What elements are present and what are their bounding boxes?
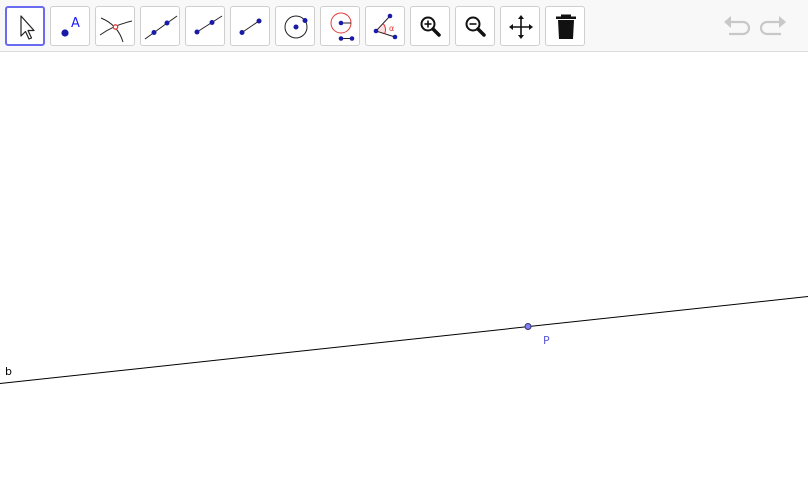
zoom-in-tool-button[interactable] [410, 6, 450, 46]
ray-icon [194, 15, 223, 35]
segment-icon [239, 18, 262, 35]
toolbar: A α [0, 0, 808, 52]
geogebra-app: A α b P [0, 0, 808, 480]
point-tool-glyph: A [71, 16, 80, 31]
move-view-tool-button[interactable] [500, 6, 540, 46]
line-label: b [5, 365, 12, 378]
zoom-in-icon [420, 16, 441, 37]
redo-button[interactable] [757, 12, 789, 40]
undo-icon [724, 16, 751, 36]
point-p[interactable] [524, 323, 532, 330]
undo-button[interactable] [721, 12, 753, 40]
delete-tool-button[interactable] [545, 6, 585, 46]
circle-center-point-icon [284, 15, 308, 39]
circle-radius-tool-button[interactable] [320, 6, 360, 46]
point-icon: A [61, 16, 80, 37]
trash-icon [556, 14, 576, 39]
zoom-out-tool-button[interactable] [455, 6, 495, 46]
redo-icon [759, 16, 786, 36]
point-label: P [543, 334, 550, 347]
line-tool-button[interactable] [140, 6, 180, 46]
point-tool-button[interactable]: A [50, 6, 90, 46]
angle-tool-button[interactable]: α [365, 6, 405, 46]
move-tool-button[interactable] [5, 6, 45, 46]
line-through-two-points-icon [144, 15, 178, 40]
cursor-arrow-icon [20, 15, 35, 40]
zoom-out-icon [465, 16, 486, 37]
angle-icon: α [373, 13, 398, 40]
graphics-view-canvas[interactable]: b P [0, 53, 808, 480]
segment-tool-button[interactable] [230, 6, 270, 46]
circle-center-radius-icon [330, 12, 355, 41]
ray-tool-button[interactable] [185, 6, 225, 46]
line-b[interactable] [0, 296, 808, 384]
graphics-view[interactable]: b P [0, 53, 808, 480]
circle-tool-button[interactable] [275, 6, 315, 46]
angle-tool-glyph: α [389, 24, 394, 33]
intersect-icon [99, 17, 133, 43]
intersect-tool-button[interactable] [95, 6, 135, 46]
move-graphics-view-icon [509, 15, 533, 39]
